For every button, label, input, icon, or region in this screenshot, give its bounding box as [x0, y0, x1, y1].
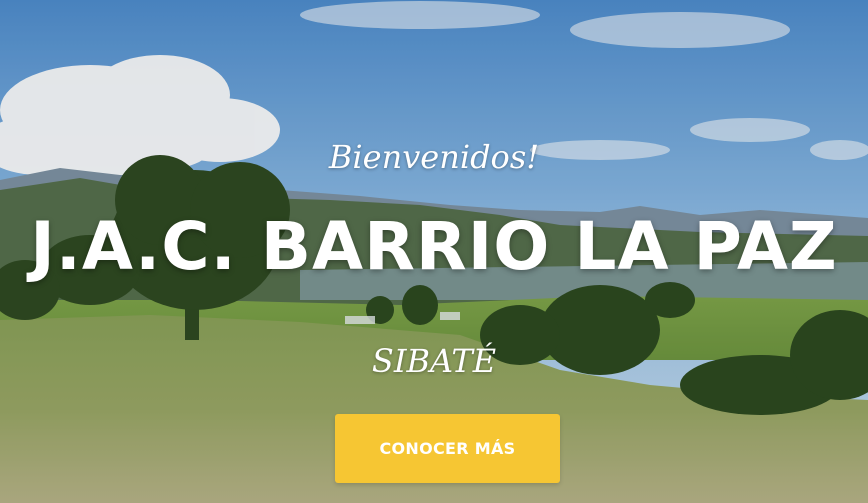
- hero-section: Bienvenidos! J.A.C. BARRIO LA PAZ SIBATÉ…: [0, 0, 868, 503]
- conocer-mas-button[interactable]: CONOCER MÁS: [335, 414, 560, 483]
- welcome-text: Bienvenidos!: [328, 138, 540, 176]
- page-title: J.A.C. BARRIO LA PAZ: [30, 208, 838, 285]
- hero-content: Bienvenidos! J.A.C. BARRIO LA PAZ SIBATÉ…: [0, 0, 868, 503]
- location-subtitle: SIBATÉ: [371, 342, 497, 380]
